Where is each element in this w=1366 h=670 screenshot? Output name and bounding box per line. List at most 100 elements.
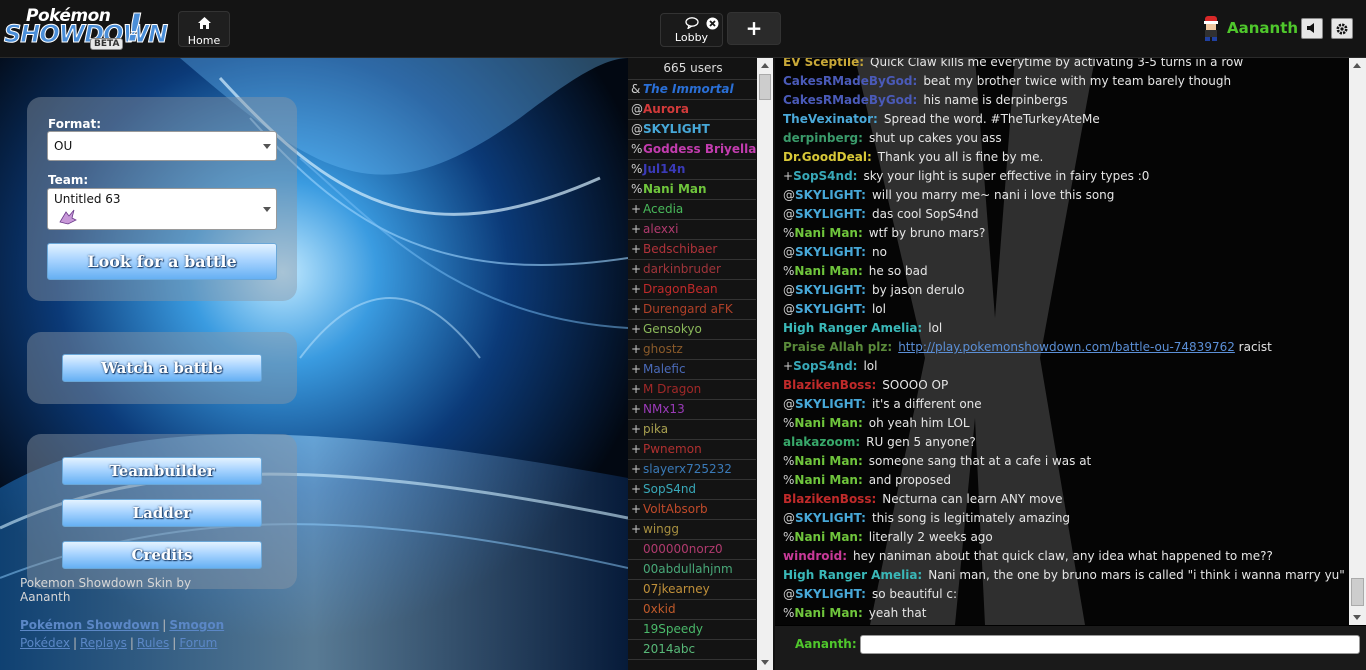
team-select[interactable]: Untitled 63 xyxy=(47,188,277,230)
user-rank-symbol: % xyxy=(783,226,795,240)
chat-username[interactable]: windroid: xyxy=(783,549,847,563)
user-list-item[interactable]: + Pwnemon xyxy=(628,440,756,460)
user-list-item[interactable]: %Goddess Briyella xyxy=(628,140,756,160)
chat-username[interactable]: %Nani Man: xyxy=(783,416,863,430)
chat-scrollbar[interactable] xyxy=(1349,58,1366,625)
chat-username[interactable]: %Nani Man: xyxy=(783,606,863,620)
user-list-item[interactable]: & The Immortal xyxy=(628,80,756,100)
user-list-item[interactable]: + Acedia xyxy=(628,200,756,220)
chat-message-text: yeah that xyxy=(868,606,927,620)
user-list-item[interactable]: + Gensokyo xyxy=(628,320,756,340)
forum-link[interactable]: Forum xyxy=(179,636,217,650)
user-list-item[interactable]: 00abdullahjnm xyxy=(628,560,756,580)
pokemon-showdown-link[interactable]: Pokémon Showdown xyxy=(20,618,159,632)
user-list-item[interactable]: @SKYLIGHT xyxy=(628,120,756,140)
scroll-down-icon[interactable] xyxy=(1353,615,1361,620)
chat-message-text: oh yeah him LOL xyxy=(868,416,970,430)
user-list-item[interactable]: + M Dragon xyxy=(628,380,756,400)
rules-link[interactable]: Rules xyxy=(137,636,169,650)
chat-username[interactable]: derpinberg: xyxy=(783,131,863,145)
chat-username[interactable]: BlazikenBoss: xyxy=(783,492,876,506)
scroll-up-icon[interactable] xyxy=(1353,63,1361,68)
chat-username[interactable]: High Ranger Amelia: xyxy=(783,321,922,335)
lobby-tab[interactable]: Lobby xyxy=(660,13,723,47)
user-list-item[interactable]: + pika xyxy=(628,420,756,440)
chat-message-input[interactable] xyxy=(860,635,1360,654)
user-list-item[interactable]: + SopS4nd xyxy=(628,480,756,500)
user-list-item[interactable]: 000000norz0 xyxy=(628,540,756,560)
chat-username[interactable]: @SKYLIGHT: xyxy=(783,207,866,221)
user-list-item[interactable]: + VoltAbsorb xyxy=(628,500,756,520)
chat-username[interactable]: Dr.GoodDeal: xyxy=(783,150,872,164)
format-select[interactable]: OU xyxy=(47,131,277,161)
user-list-item[interactable]: + DragonBean xyxy=(628,280,756,300)
chat-username[interactable]: +SopS4nd: xyxy=(783,359,857,373)
chat-username[interactable]: @SKYLIGHT: xyxy=(783,188,866,202)
home-tab[interactable]: Home xyxy=(178,11,230,47)
chat-username[interactable]: +SopS4nd: xyxy=(783,169,857,183)
credits-button[interactable]: Credits xyxy=(62,541,262,569)
watch-battle-button[interactable]: Watch a battle xyxy=(62,354,262,382)
user-list-item[interactable]: @Aurora xyxy=(628,100,756,120)
chat-username[interactable]: CakesRMadeByGod: xyxy=(783,74,917,88)
chat-username[interactable]: @SKYLIGHT: xyxy=(783,283,866,297)
user-list-item[interactable]: + alexxi xyxy=(628,220,756,240)
chat-username[interactable]: @SKYLIGHT: xyxy=(783,397,866,411)
chat-username[interactable]: %Nani Man: xyxy=(783,226,863,240)
user-list-item[interactable]: 2014abc xyxy=(628,640,756,660)
pokedex-link[interactable]: Pokédex xyxy=(20,636,70,650)
close-tab-icon[interactable] xyxy=(706,17,719,30)
user-list-item[interactable]: 0xkid xyxy=(628,600,756,620)
ladder-button[interactable]: Ladder xyxy=(62,499,262,527)
scroll-up-icon[interactable] xyxy=(761,63,769,68)
user-list-item[interactable]: + NMx13 xyxy=(628,400,756,420)
scroll-down-icon[interactable] xyxy=(761,660,769,665)
user-list-item[interactable]: %Jul14n xyxy=(628,160,756,180)
user-rank-symbol: % xyxy=(783,416,795,430)
chat-username[interactable]: %Nani Man: xyxy=(783,473,863,487)
chat-message: %Nani Man: literally 2 weeks ago xyxy=(775,528,1350,547)
user-list-scroll-thumb[interactable] xyxy=(759,74,771,100)
user-list-item[interactable]: 07jkearney xyxy=(628,580,756,600)
new-tab-button[interactable]: + xyxy=(727,12,781,45)
user-list-item[interactable]: 19Speedy xyxy=(628,620,756,640)
chat-username[interactable]: BlazikenBoss: xyxy=(783,378,876,392)
chat-bubble-icon xyxy=(684,17,699,30)
chat-username[interactable]: High Ranger Amelia: xyxy=(783,568,922,582)
user-list-item[interactable]: + slayerx725232 xyxy=(628,460,756,480)
chat-username[interactable]: TheVexinator: xyxy=(783,112,878,126)
chat-message: @SKYLIGHT: it's a different one xyxy=(775,395,1350,414)
teambuilder-button[interactable]: Teambuilder xyxy=(62,457,262,485)
user-name: wingg xyxy=(643,522,679,536)
chat-message: %Nani Man: someone sang that at a cafe i … xyxy=(775,452,1350,471)
look-for-battle-button[interactable]: Look for a battle xyxy=(47,243,277,280)
sound-button[interactable] xyxy=(1301,18,1323,39)
chat-username[interactable]: alakazoom: xyxy=(783,435,860,449)
chat-username[interactable]: %Nani Man: xyxy=(783,454,863,468)
settings-button[interactable] xyxy=(1331,18,1353,39)
user-list-item[interactable]: + Bedschibaer xyxy=(628,240,756,260)
replays-link[interactable]: Replays xyxy=(80,636,127,650)
chat-username[interactable]: CakesRMadeByGod: xyxy=(783,93,917,107)
chat-scroll-thumb[interactable] xyxy=(1351,578,1364,606)
user-list-item[interactable]: + Malefic xyxy=(628,360,756,380)
chat-username[interactable]: @SKYLIGHT: xyxy=(783,302,866,316)
user-list-scrollbar[interactable] xyxy=(757,58,773,670)
chat-username[interactable]: %Nani Man: xyxy=(783,264,863,278)
chat-username[interactable]: @SKYLIGHT: xyxy=(783,511,866,525)
chat-username[interactable]: EV Sceptile: xyxy=(783,58,864,69)
chat-username[interactable]: @SKYLIGHT: xyxy=(783,587,866,601)
pokemon-showdown-logo[interactable]: Pokémon SHOWDOWN ! BETA xyxy=(3,6,168,52)
user-list-item[interactable]: + wingg xyxy=(628,520,756,540)
trainer-avatar[interactable] xyxy=(1200,14,1222,42)
user-list-item[interactable]: %Nani Man xyxy=(628,180,756,200)
smogon-link[interactable]: Smogon xyxy=(169,618,224,632)
user-list-item[interactable]: + Durengard aFK xyxy=(628,300,756,320)
chat-username[interactable]: @SKYLIGHT: xyxy=(783,245,866,259)
user-list-item[interactable]: + ghostz xyxy=(628,340,756,360)
user-list-item[interactable]: + darkinbruder xyxy=(628,260,756,280)
chat-username[interactable]: %Nani Man: xyxy=(783,530,863,544)
chat-username[interactable]: Praise Allah plz: xyxy=(783,340,892,354)
current-username[interactable]: Aananth xyxy=(1227,19,1298,37)
chat-message-link[interactable]: http://play.pokemonshowdown.com/battle-o… xyxy=(898,340,1235,354)
